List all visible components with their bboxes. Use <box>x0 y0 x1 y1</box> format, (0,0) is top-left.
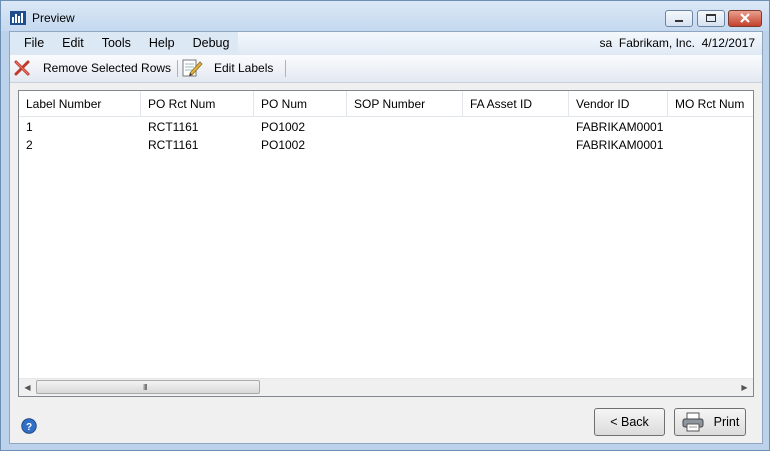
window-title: Preview <box>32 11 75 25</box>
labels-grid[interactable]: Label Number PO Rct Num PO Num SOP Numbe… <box>18 90 754 397</box>
notepad-pencil-icon <box>182 59 203 77</box>
menu-edit[interactable]: Edit <box>53 32 93 55</box>
maximize-icon <box>706 14 716 22</box>
menu-file[interactable]: File <box>10 32 53 55</box>
print-button[interactable]: Print <box>674 408 746 436</box>
status-info: sa Fabrikam, Inc. 4/12/2017 <box>600 32 755 55</box>
menu-tools[interactable]: Tools <box>93 32 140 55</box>
preview-window: Preview File Edit Tools Help Debug sa Fa… <box>0 0 770 451</box>
toolbar: Remove Selected Rows Edit Labels <box>10 55 762 83</box>
menu-debug[interactable]: Debug <box>184 32 239 55</box>
red-x-icon <box>14 60 30 76</box>
toolbar-separator <box>177 60 178 77</box>
horizontal-scrollbar[interactable]: ◀ III ▶ <box>19 378 753 396</box>
cell-label-number: 2 <box>26 138 33 152</box>
help-icon[interactable]: ? <box>21 418 37 434</box>
cell-vendor-id: FABRIKAM0001 <box>576 138 664 152</box>
user-date: 4/12/2017 <box>701 36 755 50</box>
scroll-thumb[interactable]: III <box>36 380 260 394</box>
close-icon <box>740 13 750 23</box>
cell-po-num: PO1002 <box>261 120 306 134</box>
cell-sop-number <box>347 136 463 154</box>
chevron-left-icon: < <box>610 415 621 429</box>
remove-selected-rows-button[interactable]: Remove Selected Rows <box>13 57 171 79</box>
cell-label-number: 1 <box>26 120 33 134</box>
column-header-sop-number[interactable]: SOP Number <box>347 91 463 116</box>
column-header-fa-asset-id[interactable]: FA Asset ID <box>463 91 569 116</box>
cell-vendor-id: FABRIKAM0001 <box>576 120 664 134</box>
scroll-left-arrow-icon[interactable]: ◀ <box>19 379 36 396</box>
edit-labels-label: Edit Labels <box>214 61 274 75</box>
menu-list: File Edit Tools Help Debug <box>10 32 239 55</box>
menu-help[interactable]: Help <box>140 32 184 55</box>
title-bar[interactable]: Preview <box>1 1 769 31</box>
back-label: Back <box>620 415 649 429</box>
cell-fa-asset-id <box>463 118 569 136</box>
cell-fa-asset-id <box>463 136 569 154</box>
cell-po-rct-num: RCT1161 <box>148 120 199 134</box>
cell-po-rct-num: RCT1161 <box>148 138 199 152</box>
grid-header: Label Number PO Rct Num PO Num SOP Numbe… <box>19 91 753 117</box>
svg-text:?: ? <box>26 422 32 433</box>
table-row[interactable]: 1 RCT1161 PO1002 FABRIKAM0001 <box>19 118 753 136</box>
close-button[interactable] <box>728 10 762 27</box>
client-area: File Edit Tools Help Debug sa Fabrikam, … <box>9 31 763 444</box>
toolbar-separator <box>285 60 286 77</box>
cell-mo-rct-num <box>668 136 753 154</box>
cell-po-num: PO1002 <box>261 138 306 152</box>
edit-labels-button[interactable]: Edit Labels <box>181 57 273 79</box>
company-name: Fabrikam, Inc. <box>618 36 695 50</box>
column-header-label-number[interactable]: Label Number <box>19 91 141 116</box>
scroll-grip: III <box>143 383 148 392</box>
user-id: sa <box>599 36 613 50</box>
printer-icon <box>682 412 704 432</box>
back-button[interactable]: < Back <box>594 408 665 436</box>
column-header-po-rct-num[interactable]: PO Rct Num <box>141 91 254 116</box>
column-header-mo-rct-num[interactable]: MO Rct Num <box>668 91 753 116</box>
cell-sop-number <box>347 118 463 136</box>
scroll-right-arrow-icon[interactable]: ▶ <box>736 379 753 396</box>
maximize-button[interactable] <box>697 10 725 27</box>
print-label: Print <box>713 415 740 429</box>
minimize-icon <box>675 20 683 22</box>
menu-bar: File Edit Tools Help Debug sa Fabrikam, … <box>10 32 762 55</box>
column-header-vendor-id[interactable]: Vendor ID <box>569 91 668 116</box>
cell-mo-rct-num <box>668 118 753 136</box>
table-row[interactable]: 2 RCT1161 PO1002 FABRIKAM0001 <box>19 136 753 154</box>
column-header-po-num[interactable]: PO Num <box>254 91 347 116</box>
app-logo-icon <box>10 11 26 25</box>
remove-selected-rows-label: Remove Selected Rows <box>43 61 172 75</box>
minimize-button[interactable] <box>665 10 693 27</box>
